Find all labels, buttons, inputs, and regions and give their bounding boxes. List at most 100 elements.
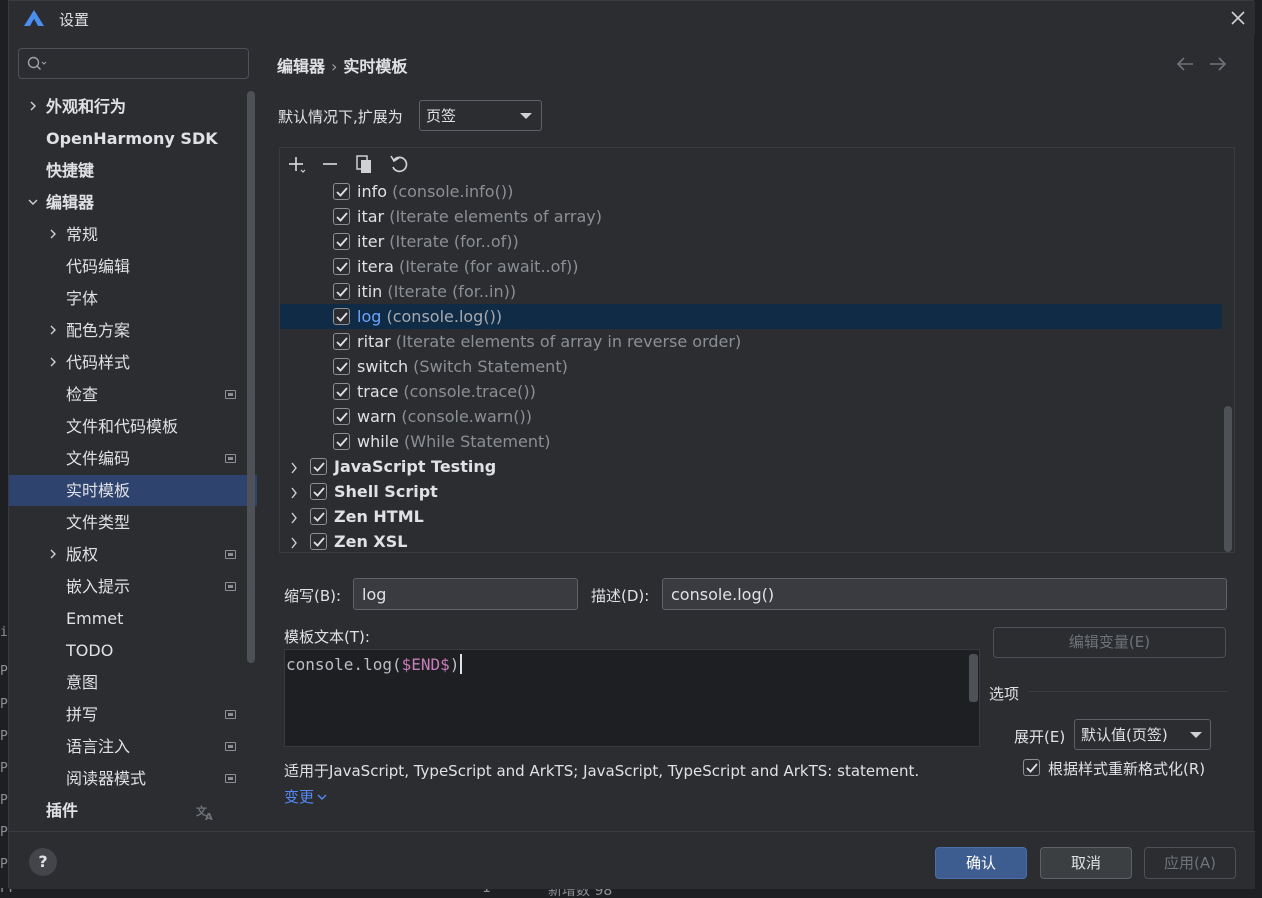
chevron-right-icon[interactable] [288, 537, 300, 549]
remove-icon[interactable] [318, 153, 342, 177]
template-row-itar[interactable]: itar (Iterate elements of array) [280, 204, 1222, 229]
editor-scrollbar[interactable] [969, 654, 978, 702]
sidebar-item-color-scheme[interactable]: 配色方案 [9, 315, 257, 346]
template-description: (Iterate elements of array) [384, 207, 602, 226]
sidebar-item-copyright[interactable]: 版权 [9, 539, 257, 570]
sidebar-item-reader-mode[interactable]: 阅读器模式 [9, 763, 257, 794]
template-checkbox[interactable] [333, 258, 350, 275]
sidebar-item-intentions[interactable]: 意图 [9, 667, 257, 698]
restore-icon[interactable] [388, 153, 412, 177]
template-checkbox[interactable] [333, 208, 350, 225]
template-checkbox[interactable] [333, 183, 350, 200]
sidebar-item-appearance[interactable]: 外观和行为 [9, 91, 257, 122]
template-checkbox[interactable] [333, 408, 350, 425]
breadcrumb-parent[interactable]: 编辑器 [277, 57, 325, 76]
template-group-zen-xsl[interactable]: Zen XSL [280, 529, 1222, 554]
group-checkbox[interactable] [310, 458, 327, 475]
template-row-itera[interactable]: itera (Iterate (for await..of)) [280, 254, 1222, 279]
template-row-warn[interactable]: warn (console.warn()) [280, 404, 1222, 429]
chevron-down-icon [27, 196, 39, 208]
sidebar-item-label: Emmet [66, 609, 124, 628]
template-row-trace[interactable]: trace (console.trace()) [280, 379, 1222, 404]
sidebar-item-emmet[interactable]: Emmet [9, 603, 257, 634]
sidebar-item-file-types[interactable]: 文件类型 [9, 507, 257, 538]
reformat-label[interactable]: 根据样式重新格式化(R) [1048, 758, 1205, 779]
sidebar-item-plugins[interactable]: 插件 文 A [9, 795, 257, 826]
template-checkbox[interactable] [333, 308, 350, 325]
template-row-switch[interactable]: switch (Switch Statement) [280, 354, 1222, 379]
template-row-ritar[interactable]: ritar (Iterate elements of array in reve… [280, 329, 1222, 354]
chevron-right-icon[interactable] [288, 487, 300, 499]
group-name: Zen HTML [334, 507, 424, 526]
chevron-right-icon[interactable] [288, 512, 300, 524]
sidebar-item-font[interactable]: 字体 [9, 283, 257, 314]
template-checkbox[interactable] [333, 233, 350, 250]
search-icon [27, 56, 47, 72]
abbreviation-input[interactable] [353, 578, 578, 610]
template-toolbar [280, 148, 1234, 180]
edit-variables-button[interactable]: 编辑变量(E) [993, 627, 1226, 658]
sidebar-item-file-encodings[interactable]: 文件编码 [9, 443, 257, 474]
expand-by-default-select[interactable]: 页签 [419, 100, 542, 131]
background-text: P [0, 793, 8, 808]
template-row-log[interactable]: log (console.log()) [280, 304, 1222, 329]
sidebar-item-language-injections[interactable]: 语言注入 [9, 731, 257, 762]
template-row-itin[interactable]: itin (Iterate (for..in)) [280, 279, 1222, 304]
sidebar-item-code-style[interactable]: 代码样式 [9, 347, 257, 378]
reformat-checkbox[interactable] [1023, 759, 1040, 776]
template-group-javascript-testing[interactable]: JavaScript Testing [280, 454, 1222, 479]
template-checkbox[interactable] [333, 433, 350, 450]
sidebar-scrollbar[interactable] [247, 91, 255, 663]
chevron-right-icon[interactable] [288, 462, 300, 474]
description-input[interactable] [662, 578, 1227, 610]
template-list-scrollbar[interactable] [1224, 406, 1232, 552]
expand-with-select[interactable]: 默认值(页签) [1074, 719, 1211, 750]
apply-button[interactable]: 应用(A) [1144, 847, 1236, 879]
sidebar-item-label: 嵌入提示 [66, 577, 131, 596]
template-checkbox[interactable] [333, 333, 350, 350]
forward-arrow-icon[interactable] [1208, 55, 1228, 73]
search-box[interactable] [18, 48, 249, 79]
change-link-label[interactable]: 变更 [284, 788, 314, 806]
sidebar-item-inspections[interactable]: 检查 [9, 379, 257, 410]
change-context-link[interactable]: 变更 [284, 786, 327, 807]
text-caret [460, 654, 463, 674]
dialog-footer: ? 确认 取消 应用(A) [9, 831, 1255, 889]
group-checkbox[interactable] [310, 533, 327, 550]
template-row-iter[interactable]: iter (Iterate (for..of)) [280, 229, 1222, 254]
template-checkbox[interactable] [333, 283, 350, 300]
close-icon[interactable] [1227, 7, 1249, 29]
help-button[interactable]: ? [29, 848, 57, 876]
template-group-shell-script[interactable]: Shell Script [280, 479, 1222, 504]
add-icon[interactable] [286, 153, 310, 177]
sidebar-item-inlay-hints[interactable]: 嵌入提示 [9, 571, 257, 602]
template-text-editor[interactable]: console.log($END$) [284, 649, 980, 747]
ok-button[interactable]: 确认 [935, 847, 1027, 879]
sidebar-item-general[interactable]: 常规 [9, 219, 257, 250]
template-checkbox[interactable] [333, 383, 350, 400]
group-checkbox[interactable] [310, 483, 327, 500]
sidebar-item-code-editing[interactable]: 代码编辑 [9, 251, 257, 282]
cancel-button[interactable]: 取消 [1040, 847, 1132, 879]
template-abbreviation: iter [357, 232, 385, 251]
app-logo-icon [23, 9, 45, 27]
template-description: (console.info()) [387, 182, 514, 201]
sidebar-item-editor[interactable]: 编辑器 [9, 187, 257, 218]
sidebar-item-live-templates[interactable]: 实时模板 [9, 475, 257, 506]
sidebar-item-openharmony-sdk[interactable]: OpenHarmony SDK [9, 123, 257, 154]
sidebar-item-spelling[interactable]: 拼写 [9, 699, 257, 730]
sidebar-item-file-templates[interactable]: 文件和代码模板 [9, 411, 257, 442]
dialog-title: 设置 [59, 11, 90, 29]
group-checkbox[interactable] [310, 508, 327, 525]
template-abbreviation: switch [357, 357, 409, 376]
template-group-zen-html[interactable]: Zen HTML [280, 504, 1222, 529]
sidebar-item-keymap[interactable]: 快捷键 [9, 155, 257, 186]
template-description: (Iterate (for..in)) [382, 282, 517, 301]
sidebar-item-todo[interactable]: TODO [9, 635, 257, 666]
template-row-info[interactable]: info (console.info()) [280, 179, 1222, 204]
copy-icon[interactable] [353, 153, 377, 177]
template-row-while[interactable]: while (While Statement) [280, 429, 1222, 454]
template-checkbox[interactable] [333, 358, 350, 375]
search-input[interactable] [51, 53, 241, 75]
back-arrow-icon[interactable] [1175, 55, 1195, 73]
